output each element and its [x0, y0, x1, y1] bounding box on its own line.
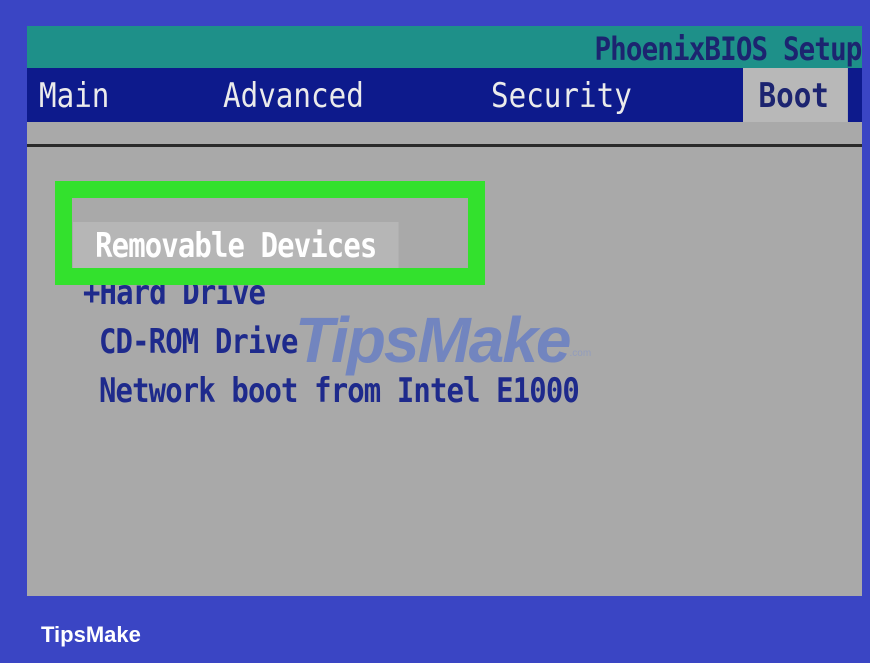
- boot-item-cdrom-drive[interactable]: CD-ROM Drive: [99, 322, 298, 362]
- footer-brand: TipsMake: [41, 622, 141, 647]
- boot-item-hard-drive[interactable]: +Hard Drive: [83, 273, 266, 313]
- boot-order-list: Removable Devices +Hard Drive CD-ROM Dri…: [27, 26, 862, 596]
- boot-item-network-boot[interactable]: Network boot from Intel E1000: [99, 371, 580, 411]
- boot-item-removable-devices[interactable]: Removable Devices: [73, 222, 399, 272]
- bios-screen: PhoenixBIOS Setup Main Advanced Security…: [27, 26, 862, 596]
